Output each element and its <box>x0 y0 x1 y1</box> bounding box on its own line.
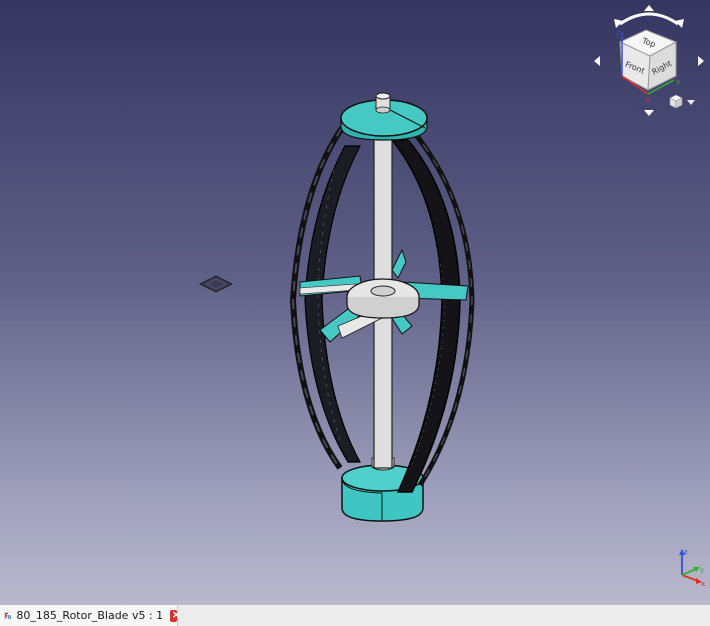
triad-z-label: z <box>684 548 688 556</box>
rotate-arc-icon[interactable] <box>619 12 679 26</box>
navcube-y-label: y <box>676 78 680 86</box>
navigation-cube[interactable]: Top Front Right z x y <box>590 2 708 120</box>
view-menu-dropdown-icon[interactable] <box>687 100 695 105</box>
triad-y-axis <box>681 568 697 576</box>
triad-x-label: x <box>701 580 705 587</box>
origin-marker <box>198 275 234 293</box>
close-icon[interactable]: × <box>170 608 181 622</box>
axis-triad: z x y <box>679 548 705 587</box>
triad-x-axis <box>681 574 699 582</box>
navcube-x-label: x <box>646 96 650 104</box>
3d-viewport[interactable]: Top Front Right z x y z x y <box>0 0 710 604</box>
nav-right-arrow-icon[interactable] <box>698 56 704 66</box>
document-tab[interactable]: 80_185_Rotor_Blade v5 : 1 × <box>0 605 181 626</box>
nav-up-arrow-icon[interactable] <box>644 5 654 11</box>
nav-down-arrow-icon[interactable] <box>644 110 654 116</box>
view-menu-icon[interactable] <box>669 94 683 109</box>
freecad-document-icon <box>4 611 12 620</box>
navcube-z-label: z <box>616 29 620 37</box>
navcube-body[interactable]: Top Front Right z x y <box>616 29 680 104</box>
nav-left-arrow-icon[interactable] <box>594 56 600 66</box>
document-tab-bar: 80_185_Rotor_Blade v5 : 1 × <box>0 604 710 626</box>
document-tab-label: 80_185_Rotor_Blade v5 : 1 <box>16 609 164 622</box>
triad-y-label: y <box>700 566 704 574</box>
top-hub[interactable] <box>340 92 428 141</box>
